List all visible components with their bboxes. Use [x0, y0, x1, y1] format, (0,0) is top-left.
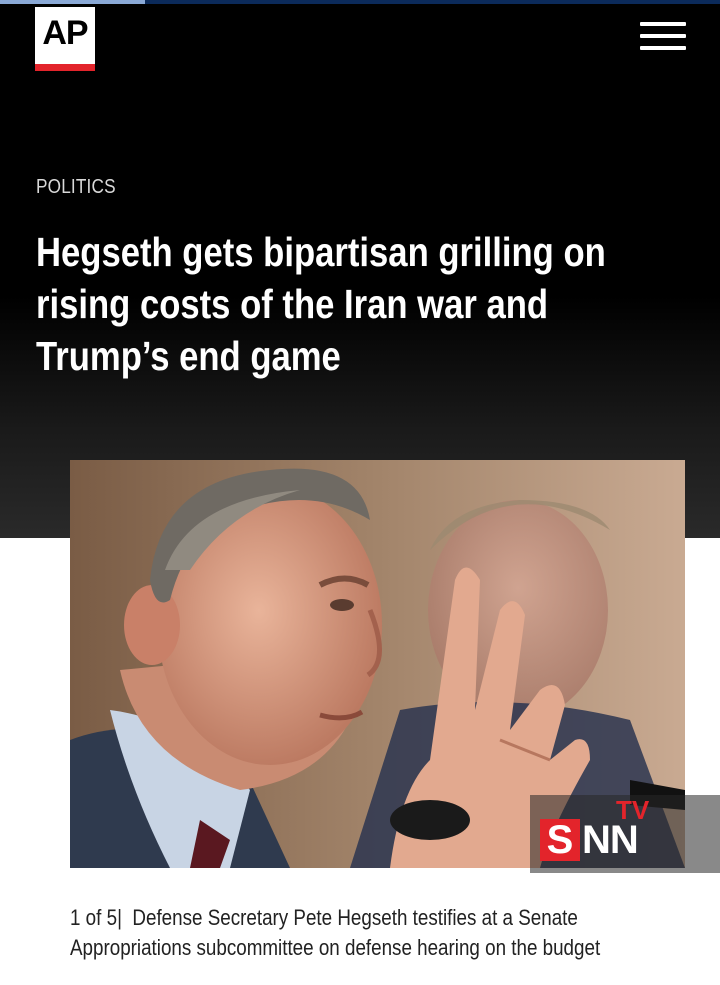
article-headline: Hegseth gets bipartisan grilling on risi…	[36, 226, 661, 382]
hamburger-menu-icon[interactable]	[640, 22, 686, 52]
top-progress-accent	[0, 0, 145, 4]
photo-caption: 1 of 5| Defense Secretary Pete Hegseth t…	[70, 903, 669, 963]
headline-line: Hegseth gets bipartisan grilling on	[36, 229, 606, 275]
menu-bar	[640, 22, 686, 26]
headline-line: Trump’s end game	[36, 333, 341, 379]
menu-bar	[640, 34, 686, 38]
ap-logo-text: AP	[42, 14, 88, 52]
menu-bar	[640, 46, 686, 50]
top-progress-line	[0, 0, 720, 4]
watermark-nn: NN	[582, 818, 639, 862]
gallery-counter: 1 of 5	[70, 905, 118, 930]
ap-logo[interactable]: AP	[35, 7, 95, 71]
caption-text: Defense Secretary Pete Hegseth testifies…	[132, 905, 578, 930]
headline-line: rising costs of the Iran war and	[36, 281, 549, 327]
caption-separator: |	[117, 905, 122, 930]
caption-line: Appropriations subcommittee on defense h…	[70, 935, 601, 960]
caption-line: 1 of 5| Defense Secretary Pete Hegseth t…	[70, 903, 669, 933]
watermark-s: S	[540, 819, 580, 861]
section-label[interactable]: POLITICS	[36, 176, 116, 199]
snn-tv-watermark: TV S NN	[530, 795, 720, 873]
